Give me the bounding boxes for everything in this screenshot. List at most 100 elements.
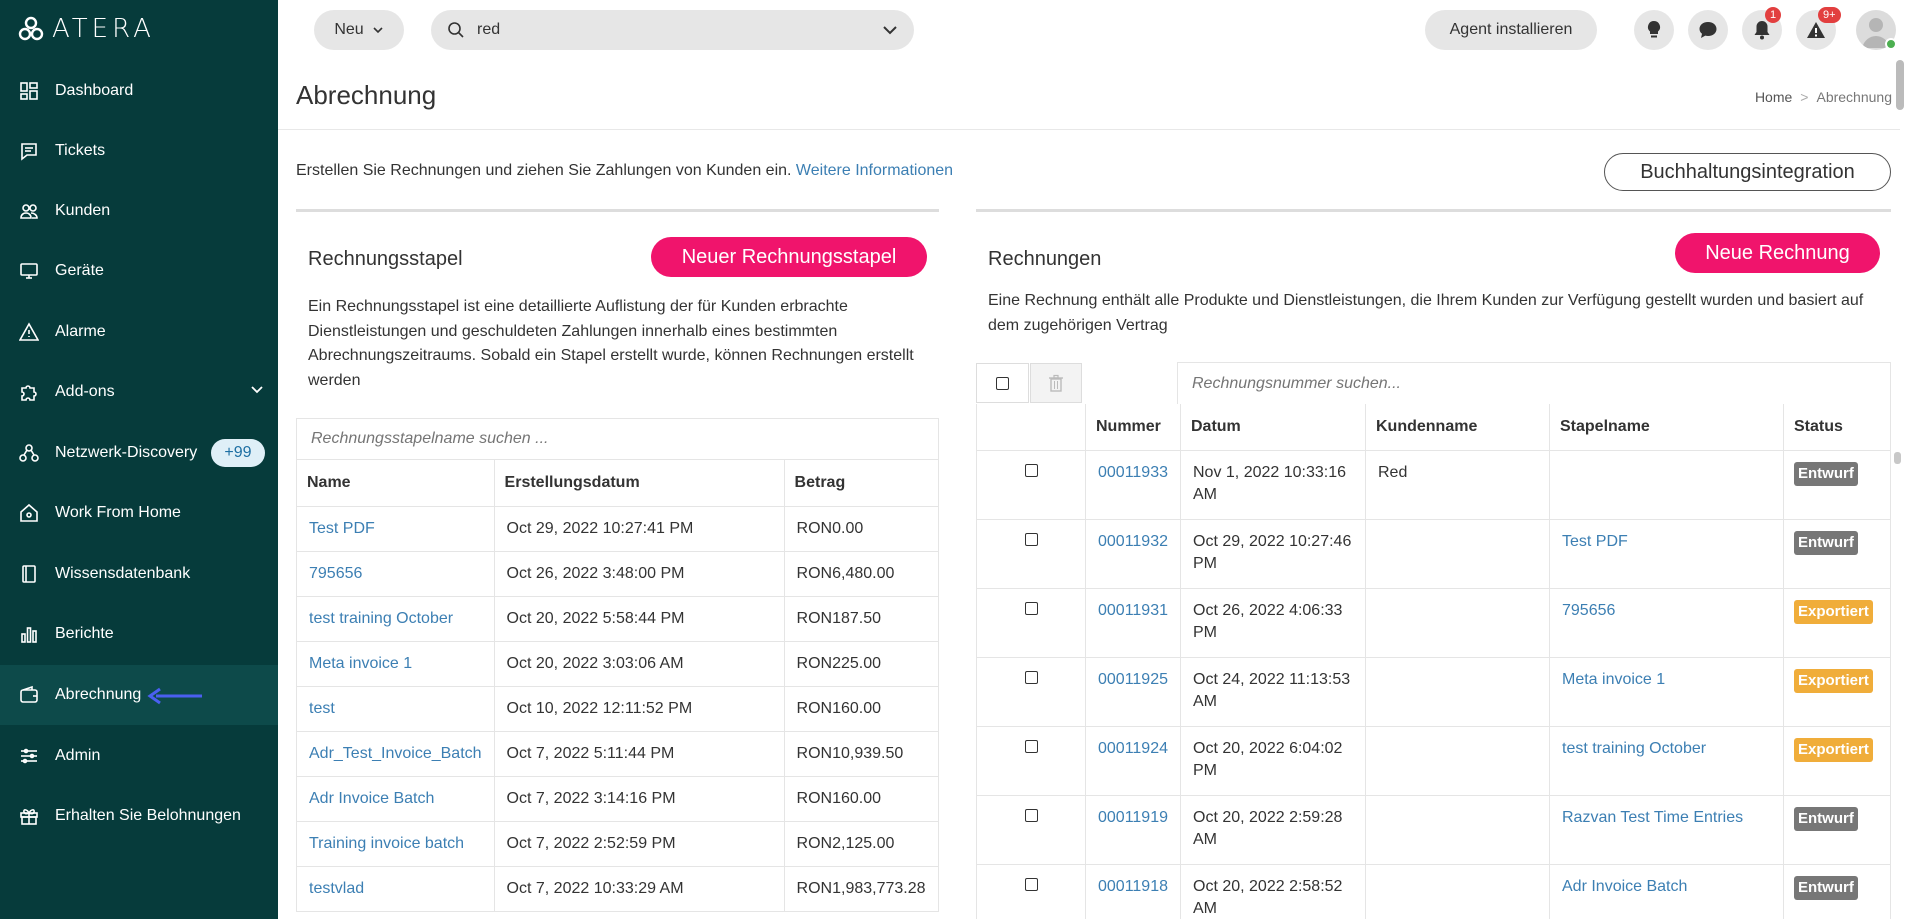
sidebar-item-netzwerk-discovery[interactable]: Netzwerk-Discovery +99 — [0, 423, 278, 483]
sidebar-item-alarme[interactable]: Alarme — [0, 302, 278, 362]
row-checkbox[interactable] — [1024, 670, 1038, 684]
chevron-down-icon[interactable] — [882, 22, 898, 38]
table-row: Adr Invoice Batch Oct 7, 2022 3:14:16 PM R… — [296, 775, 940, 822]
row-checkbox[interactable] — [1024, 877, 1038, 891]
table-row: Test PDF Oct 29, 2022 10:27:41 PM RON0.00 — [296, 505, 940, 552]
status-badge: Exportiert — [1794, 668, 1873, 693]
alerts-button[interactable]: 9+ — [1796, 7, 1841, 50]
more-info-link[interactable]: Weitere Informationen — [796, 162, 953, 179]
sidebar-item-rewards[interactable]: Erhalten Sie Belohnungen — [0, 786, 278, 846]
invoices-description: Eine Rechnung enthält alle Produkte und … — [988, 292, 1864, 334]
warning-icon — [1807, 22, 1825, 38]
row-checkbox[interactable] — [1024, 463, 1038, 477]
install-agent-button[interactable]: Agent installieren — [1425, 10, 1597, 50]
invoice-number-link[interactable]: 00011925 — [1098, 671, 1168, 688]
column-header[interactable]: Stapelname — [1549, 404, 1784, 451]
atera-logo[interactable]: ATERA — [18, 14, 155, 44]
logo-text: ATERA — [52, 14, 155, 44]
intro-description: Erstellen Sie Rechnungen und ziehen Sie … — [296, 162, 792, 179]
select-all-checkbox[interactable] — [976, 363, 1029, 403]
sidebar-item-abrechnung[interactable]: Abrechnung — [0, 665, 278, 725]
chat-button[interactable] — [1688, 10, 1728, 50]
sidebar-item-wissensdatenbank[interactable]: Wissensdatenbank — [0, 544, 278, 604]
invoice-customer — [1365, 518, 1550, 589]
invoice-customer — [1365, 587, 1550, 658]
table-row: Meta invoice 1 Oct 20, 2022 3:03:06 AM RON… — [296, 640, 940, 687]
invoice-date: Oct 20, 2022 6:04:02 PM — [1180, 725, 1366, 796]
invoice-search[interactable] — [1177, 362, 1891, 404]
delete-button[interactable] — [1030, 363, 1082, 403]
column-header[interactable]: Datum — [1180, 404, 1366, 451]
chart-icon — [18, 623, 40, 645]
new-button[interactable]: Neu — [314, 10, 404, 50]
invoice-number-link[interactable]: 00011924 — [1098, 740, 1168, 757]
search-input[interactable] — [477, 21, 857, 39]
batch-search-input[interactable] — [311, 430, 938, 448]
table-scrollbar[interactable] — [1894, 452, 1901, 464]
checkbox[interactable] — [996, 376, 1009, 390]
invoice-number-link[interactable]: 00011918 — [1098, 878, 1168, 895]
sidebar-item-label: Geräte — [55, 262, 104, 279]
batch-name-link[interactable]: Training invoice batch — [309, 835, 464, 852]
row-checkbox[interactable] — [1024, 739, 1038, 753]
sidebar-item-berichte[interactable]: Berichte — [0, 604, 278, 664]
breadcrumb-home[interactable]: Home — [1755, 89, 1792, 105]
batch-name-link[interactable]: 795656 — [309, 565, 362, 582]
accounting-integration-button[interactable]: Buchhaltungsintegration — [1604, 153, 1891, 191]
sidebar-item-admin[interactable]: Admin — [0, 726, 278, 786]
sliders-icon — [18, 745, 40, 767]
lightbulb-button[interactable] — [1634, 10, 1674, 50]
notifications-button[interactable]: 1 — [1742, 7, 1782, 50]
global-search[interactable] — [431, 10, 914, 50]
invoice-batch-link[interactable]: Meta invoice 1 — [1562, 671, 1665, 688]
invoice-number-link[interactable]: 00011933 — [1098, 464, 1168, 481]
batch-name-link[interactable]: Adr_Test_Invoice_Batch — [309, 745, 482, 762]
new-button-label: Neu — [334, 21, 364, 38]
batch-name-link[interactable]: test training October — [309, 610, 453, 627]
batch-name-link[interactable]: Meta invoice 1 — [309, 655, 412, 672]
sidebar-item-work-from-home[interactable]: Work From Home — [0, 483, 278, 543]
column-header[interactable]: Name — [296, 460, 495, 507]
invoice-batch-link[interactable]: Razvan Test Time Entries — [1562, 809, 1743, 826]
invoice-number-link[interactable]: 00011931 — [1098, 602, 1168, 619]
invoice-batch-link[interactable]: Adr Invoice Batch — [1562, 878, 1687, 895]
sidebar-item-addons[interactable]: Add-ons — [0, 362, 278, 422]
batch-name-link[interactable]: Adr Invoice Batch — [309, 790, 434, 807]
column-header[interactable]: Status — [1783, 404, 1891, 451]
invoice-batch-link[interactable]: test training October — [1562, 740, 1706, 757]
column-header[interactable]: Betrag — [783, 460, 940, 507]
alert-count-badge: 9+ — [1818, 7, 1841, 23]
batch-date: Oct 7, 2022 10:33:29 AM — [493, 865, 785, 912]
column-header-select — [976, 404, 1086, 451]
new-batch-button[interactable]: Neuer Rechnungsstapel — [651, 237, 927, 277]
batch-name-link[interactable]: testvlad — [309, 880, 364, 897]
sidebar-item-kunden[interactable]: Kunden — [0, 181, 278, 241]
sidebar-item-dashboard[interactable]: Dashboard — [0, 61, 278, 121]
batch-date: Oct 29, 2022 10:27:41 PM — [493, 505, 785, 552]
batch-date: Oct 20, 2022 3:03:06 AM — [493, 640, 785, 687]
users-icon — [18, 200, 40, 222]
invoice-batch-link[interactable]: 795656 — [1562, 602, 1615, 619]
batch-name-link[interactable]: Test PDF — [309, 520, 375, 537]
batch-search[interactable] — [296, 418, 939, 460]
batch-name-link[interactable]: test — [309, 700, 335, 717]
invoice-number-link[interactable]: 00011919 — [1098, 809, 1168, 826]
invoice-batch-link[interactable]: Test PDF — [1562, 533, 1628, 550]
batch-amount: RON10,939.50 — [783, 730, 940, 777]
batch-amount: RON187.50 — [783, 595, 940, 642]
sidebar-item-tickets[interactable]: Tickets — [0, 121, 278, 181]
column-header[interactable]: Nummer — [1085, 404, 1181, 451]
row-checkbox[interactable] — [1024, 601, 1038, 615]
column-header[interactable]: Erstellungsdatum — [493, 460, 785, 507]
page-scrollbar[interactable] — [1896, 60, 1904, 110]
row-checkbox[interactable] — [1024, 808, 1038, 822]
sidebar-item-geraete[interactable]: Geräte — [0, 241, 278, 301]
batch-amount: RON160.00 — [783, 775, 940, 822]
invoice-search-input[interactable] — [1192, 374, 1890, 393]
chevron-down-icon[interactable] — [250, 382, 264, 396]
row-checkbox[interactable] — [1024, 532, 1038, 546]
new-invoice-button[interactable]: Neue Rechnung — [1675, 233, 1880, 273]
column-header[interactable]: Kundenname — [1365, 404, 1550, 451]
table-row: 00011931 Oct 26, 2022 4:06:33 PM 795656 … — [976, 587, 1891, 658]
invoice-number-link[interactable]: 00011932 — [1098, 533, 1168, 550]
